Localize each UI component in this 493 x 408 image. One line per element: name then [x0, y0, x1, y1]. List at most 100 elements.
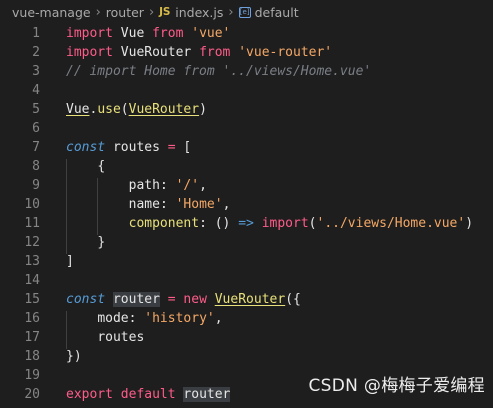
- identifier: router: [112, 292, 160, 307]
- string-literal: 'vue-router': [238, 45, 333, 60]
- property-key: routes: [97, 330, 145, 345]
- punctuation: }: [97, 235, 106, 250]
- punctuation: (: [120, 102, 129, 117]
- code-text: name: 'Home',: [48, 197, 230, 216]
- punctuation: :: [199, 216, 207, 231]
- property-key: component: [128, 216, 200, 231]
- punctuation: :: [128, 311, 137, 326]
- identifier: Vue: [66, 102, 90, 117]
- comment: // import Home from '../views/Home.vue': [66, 64, 372, 79]
- keyword: default: [120, 387, 176, 402]
- breadcrumb-folder[interactable]: vue-manage: [12, 5, 91, 20]
- chevron-right-icon: ›: [228, 4, 234, 20]
- code-text: mode: 'history',: [48, 311, 223, 330]
- string-literal: 'Home': [175, 197, 223, 212]
- code-line: 3 // import Home from '../views/Home.vue…: [0, 62, 493, 81]
- line-number: 6: [32, 121, 40, 136]
- punctuation: ]: [66, 254, 74, 269]
- code-line: 15 const router = new VueRouter({: [0, 290, 493, 309]
- code-text: const routes = [: [48, 140, 191, 155]
- line-number: 15: [24, 292, 40, 307]
- breadcrumb-symbol[interactable]: default: [255, 5, 299, 20]
- code-editor[interactable]: 1 import Vue from 'vue' 2 import VueRout…: [0, 24, 493, 408]
- identifier: router: [183, 387, 231, 402]
- keyword: export: [66, 387, 113, 402]
- code-line: 6: [0, 119, 493, 138]
- string-literal: '/': [175, 178, 200, 193]
- property-key: name: [128, 197, 160, 212]
- punctuation: {: [97, 159, 106, 174]
- string-literal: '../views/Home.vue': [316, 216, 466, 231]
- code-text: routes: [48, 330, 145, 349]
- code-line: 18 }): [0, 347, 493, 366]
- identifier: routes: [112, 140, 160, 155]
- code-text: }: [48, 235, 106, 254]
- line-number: 8: [32, 159, 40, 174]
- variable-symbol-icon: [e]: [238, 6, 251, 18]
- code-text: component: () => import('../views/Home.v…: [48, 216, 474, 235]
- operator: =: [167, 140, 176, 155]
- string-literal: 'history': [144, 311, 215, 326]
- chevron-right-icon: ›: [95, 4, 101, 20]
- line-number: 16: [24, 311, 40, 326]
- code-line: 1 import Vue from 'vue': [0, 24, 493, 43]
- string-literal: 'vue': [191, 26, 231, 41]
- keyword: new: [183, 292, 207, 307]
- line-number: 3: [32, 64, 40, 79]
- code-text: import Vue from 'vue': [48, 26, 230, 41]
- punctuation: [: [183, 140, 192, 155]
- keyword: const: [66, 292, 106, 307]
- punctuation: ): [465, 216, 474, 231]
- watermark: CSDN @梅梅子爱编程: [308, 376, 485, 396]
- keyword: import: [66, 26, 113, 41]
- line-number: 11: [24, 216, 40, 231]
- class-name: VueRouter: [214, 292, 286, 307]
- code-line: 8 {: [0, 157, 493, 178]
- breadcrumb-subfolder[interactable]: router: [106, 5, 144, 20]
- breadcrumb: vue-manage › router › JS index.js › [e] …: [0, 0, 493, 24]
- punctuation: :: [159, 178, 168, 193]
- code-text: const router = new VueRouter({: [48, 292, 301, 307]
- punctuation: :: [159, 197, 168, 212]
- punctuation: (: [308, 216, 317, 231]
- operator: =>: [238, 216, 254, 231]
- code-line: 16 mode: 'history',: [0, 309, 493, 330]
- function-name: use: [97, 102, 121, 117]
- code-text: path: '/',: [48, 178, 207, 197]
- javascript-file-icon: JS: [159, 6, 171, 18]
- line-number: 5: [32, 102, 40, 117]
- code-line: 10 name: 'Home',: [0, 195, 493, 216]
- code-line: 13 ]: [0, 252, 493, 271]
- code-text: import VueRouter from 'vue-router': [48, 45, 332, 60]
- keyword: from: [199, 45, 231, 60]
- line-number: 20: [24, 387, 40, 402]
- code-line: 12 }: [0, 233, 493, 254]
- code-text: {: [48, 159, 106, 178]
- keyword: from: [152, 26, 184, 41]
- operator: =: [167, 292, 176, 307]
- property-key: mode: [97, 311, 129, 326]
- punctuation: ): [199, 102, 207, 117]
- line-number: 4: [32, 83, 40, 98]
- class-name: VueRouter: [128, 102, 200, 117]
- line-number: 12: [24, 235, 40, 250]
- line-number: 1: [32, 26, 40, 41]
- breadcrumb-file[interactable]: index.js: [175, 5, 223, 20]
- punctuation: ,: [199, 178, 207, 193]
- punctuation: }): [66, 349, 82, 364]
- code-line: 2 import VueRouter from 'vue-router': [0, 43, 493, 62]
- identifier: VueRouter: [120, 45, 192, 60]
- line-number: 10: [24, 197, 40, 212]
- code-line: 14: [0, 271, 493, 290]
- code-line: 7 const routes = [: [0, 138, 493, 157]
- chevron-right-icon: ›: [148, 4, 155, 20]
- code-line: 4: [0, 81, 493, 100]
- line-number: 2: [32, 45, 40, 60]
- code-line: 17 routes: [0, 328, 493, 349]
- code-text: }): [48, 349, 82, 364]
- code-text: ]: [48, 254, 74, 269]
- property-key: path: [128, 178, 160, 193]
- punctuation: (): [214, 216, 231, 231]
- line-number: 9: [32, 178, 40, 193]
- code-text: export default router: [48, 387, 231, 402]
